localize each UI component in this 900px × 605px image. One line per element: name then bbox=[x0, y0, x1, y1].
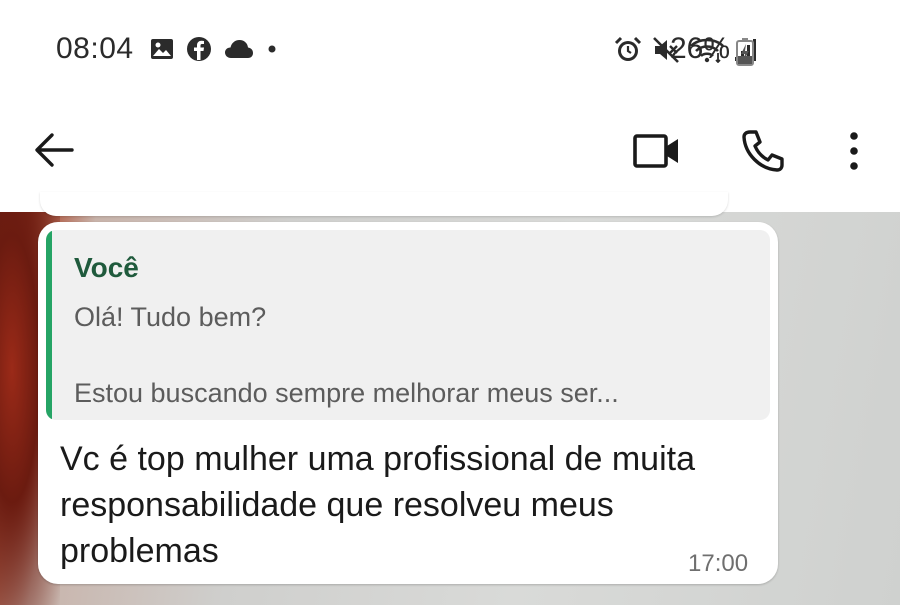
video-call-icon[interactable] bbox=[632, 132, 680, 170]
contact-name[interactable] bbox=[110, 135, 510, 165]
facebook-icon bbox=[187, 37, 211, 61]
quoted-message[interactable]: Você Olá! Tudo bem? Estou buscando sempr… bbox=[46, 230, 770, 420]
back-arrow-icon[interactable] bbox=[32, 130, 76, 170]
quoted-line-1: Olá! Tudo bem? bbox=[74, 302, 267, 332]
message-bubble[interactable]: Você Olá! Tudo bem? Estou buscando sempr… bbox=[38, 222, 778, 584]
message-time: 17:00 bbox=[688, 550, 749, 577]
quoted-author: Você bbox=[74, 252, 139, 283]
status-left-icons bbox=[150, 36, 278, 62]
quoted-line-2: Estou buscando sempre melhorar meus ser.… bbox=[74, 378, 619, 408]
status-time: 08:04 bbox=[56, 32, 134, 65]
alarm-icon bbox=[614, 36, 642, 61]
battery-icon bbox=[736, 38, 754, 66]
message-text: Vc é top mulher uma profissional de muit… bbox=[60, 440, 695, 570]
phone-call-icon[interactable] bbox=[740, 128, 786, 174]
previous-message-bubble[interactable] bbox=[40, 192, 728, 216]
image-icon bbox=[151, 39, 173, 59]
status-bar: 08:04 26% bbox=[0, 0, 900, 100]
battery-percent: 26% bbox=[670, 32, 731, 65]
quote-accent-bar bbox=[46, 230, 52, 420]
dot-icon bbox=[268, 45, 276, 53]
more-vert-icon[interactable] bbox=[840, 130, 868, 172]
cloud-icon bbox=[225, 40, 253, 58]
